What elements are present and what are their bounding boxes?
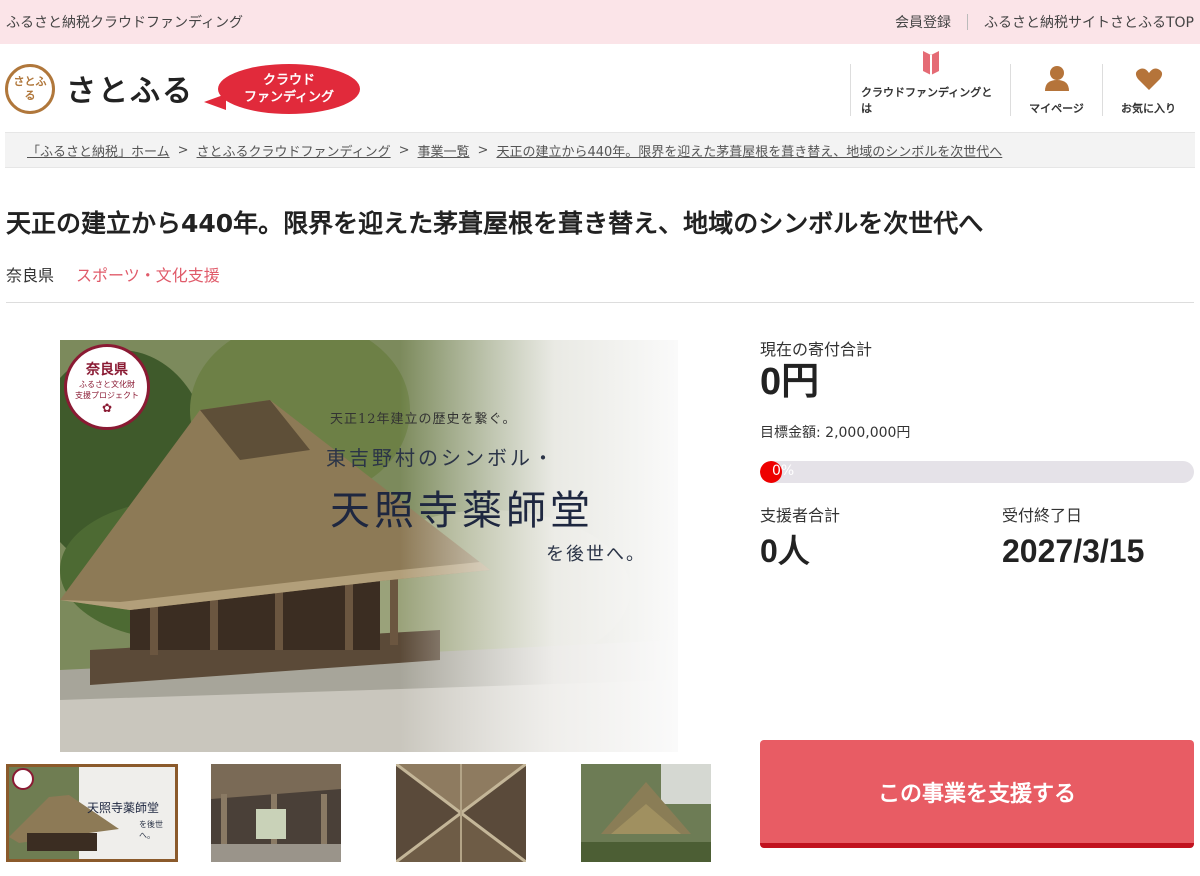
site-label: ふるさと納税クラウドファンディング: [6, 15, 244, 31]
thumb-text-line2: を後世へ。: [139, 820, 163, 840]
breadcrumb-crowdfunding[interactable]: さとふるクラウドファンディング: [197, 141, 391, 160]
funding-stats: 現在の寄付合計 0円: [760, 336, 1194, 406]
nav-label: クラウドファンディングとは: [861, 86, 993, 115]
breadcrumb-current[interactable]: 天正の建立から440年。限界を迎えた茅葺屋根を葺き替え、地域のシンボルを次世代へ: [496, 141, 1002, 160]
breadcrumb-separator: >: [477, 142, 489, 158]
divider: [966, 14, 968, 30]
support-project-button[interactable]: この事業を支援する: [760, 740, 1194, 848]
thumb-text-line1: 天照寺薬師堂: [87, 801, 160, 815]
flower-icon: ✿: [101, 401, 113, 415]
satofull-logo-mark[interactable]: さとふる: [5, 64, 55, 114]
book-icon: [921, 49, 941, 78]
end-date-block: 受付終了日 2027/3/15: [1002, 502, 1144, 570]
end-date-label: 受付終了日: [1002, 506, 1083, 525]
user-icon: [1043, 65, 1071, 94]
breadcrumb-separator: >: [398, 142, 410, 158]
supporters-label: 支援者合計: [760, 506, 841, 525]
image-line1: 東吉野村のシンボル・: [326, 446, 556, 470]
thumbnail-2[interactable]: [211, 764, 341, 862]
thumbnail-strip: 天照寺薬師堂 を後世へ。: [6, 764, 716, 862]
satofull-logo-text[interactable]: さとふる: [66, 66, 194, 110]
page-title: 天正の建立から440年。限界を迎えた茅葺屋根を葺き替え、地域のシンボルを次世代へ: [6, 209, 984, 238]
total-label: 現在の寄付合計: [760, 340, 873, 359]
project-meta: 奈良県 スポーツ・文化支援: [6, 262, 220, 286]
top-links: 会員登録 ふるさと納税サイトさとふるTOP: [895, 12, 1194, 32]
end-date-value: 2027/3/15: [1002, 533, 1145, 569]
badge-line1: クラウド: [262, 73, 315, 88]
nav-label: お気に入り: [1121, 102, 1176, 115]
target-amount: 目標金額: 2,000,000円: [760, 425, 911, 441]
nav-favorites[interactable]: お気に入り: [1102, 64, 1194, 116]
category-link[interactable]: スポーツ・文化支援: [76, 262, 220, 286]
seal-sub1: ふるさと文化財: [79, 380, 135, 389]
nav-mypage[interactable]: マイページ: [1010, 64, 1102, 116]
supporters-value: 0人: [760, 533, 810, 569]
breadcrumb-home[interactable]: 「ふるさと納税」ホーム: [27, 141, 170, 160]
breadcrumb: 「ふるさと納税」ホーム > さとふるクラウドファンディング > 事業一覧 > 天…: [5, 132, 1195, 168]
nav-about-crowdfunding[interactable]: クラウドファンディングとは: [850, 51, 1010, 116]
nara-seal: 奈良県 ふるさと文化財 支援プロジェクト ✿: [64, 344, 150, 430]
breadcrumb-separator: >: [177, 142, 189, 158]
member-register-link[interactable]: 会員登録: [895, 12, 951, 32]
badge-pill: クラウド ファンディング: [218, 64, 360, 114]
main-project-image: 奈良県 ふるさと文化財 支援プロジェクト ✿ 天正12年建立の歴史を繋ぐ。 東吉…: [60, 340, 678, 752]
image-line2: 天照寺薬師堂: [330, 488, 594, 534]
heart-icon: [1135, 67, 1163, 94]
thumbnail-1[interactable]: 天照寺薬師堂 を後世へ。: [6, 764, 178, 862]
thumbnail-4[interactable]: [581, 764, 711, 862]
divider: [6, 302, 1194, 303]
header-nav: クラウドファンディングとは マイページ お気に入り: [850, 51, 1194, 116]
badge-line2: ファンディング: [243, 90, 335, 105]
top-strip: ふるさと納税クラウドファンディング 会員登録 ふるさと納税サイトさとふるTOP: [0, 0, 1200, 44]
prefecture-label: 奈良県: [6, 266, 55, 285]
thumbnail-3[interactable]: [396, 764, 526, 862]
nav-label: マイページ: [1029, 102, 1084, 115]
breadcrumb-project-list[interactable]: 事業一覧: [418, 141, 470, 160]
seal-sub2: 支援プロジェクト: [75, 391, 139, 400]
satofull-top-link[interactable]: ふるさと納税サイトさとふるTOP: [984, 12, 1194, 32]
site-header: さとふる さとふる クラウド ファンディング クラウドファンディングとは マイペ…: [0, 44, 1200, 132]
image-line3: を後世へ。: [546, 544, 646, 565]
supporters-block: 支援者合計 0人: [760, 502, 840, 570]
seal-title: 奈良県: [86, 362, 128, 378]
total-value: 0円: [760, 361, 820, 403]
progress-percent: 0%: [772, 463, 795, 479]
progress-bar: 0%: [760, 461, 1194, 483]
image-subtitle: 天正12年建立の歴史を繋ぐ。: [330, 412, 517, 427]
crowdfunding-badge: クラウド ファンディング: [204, 64, 360, 114]
